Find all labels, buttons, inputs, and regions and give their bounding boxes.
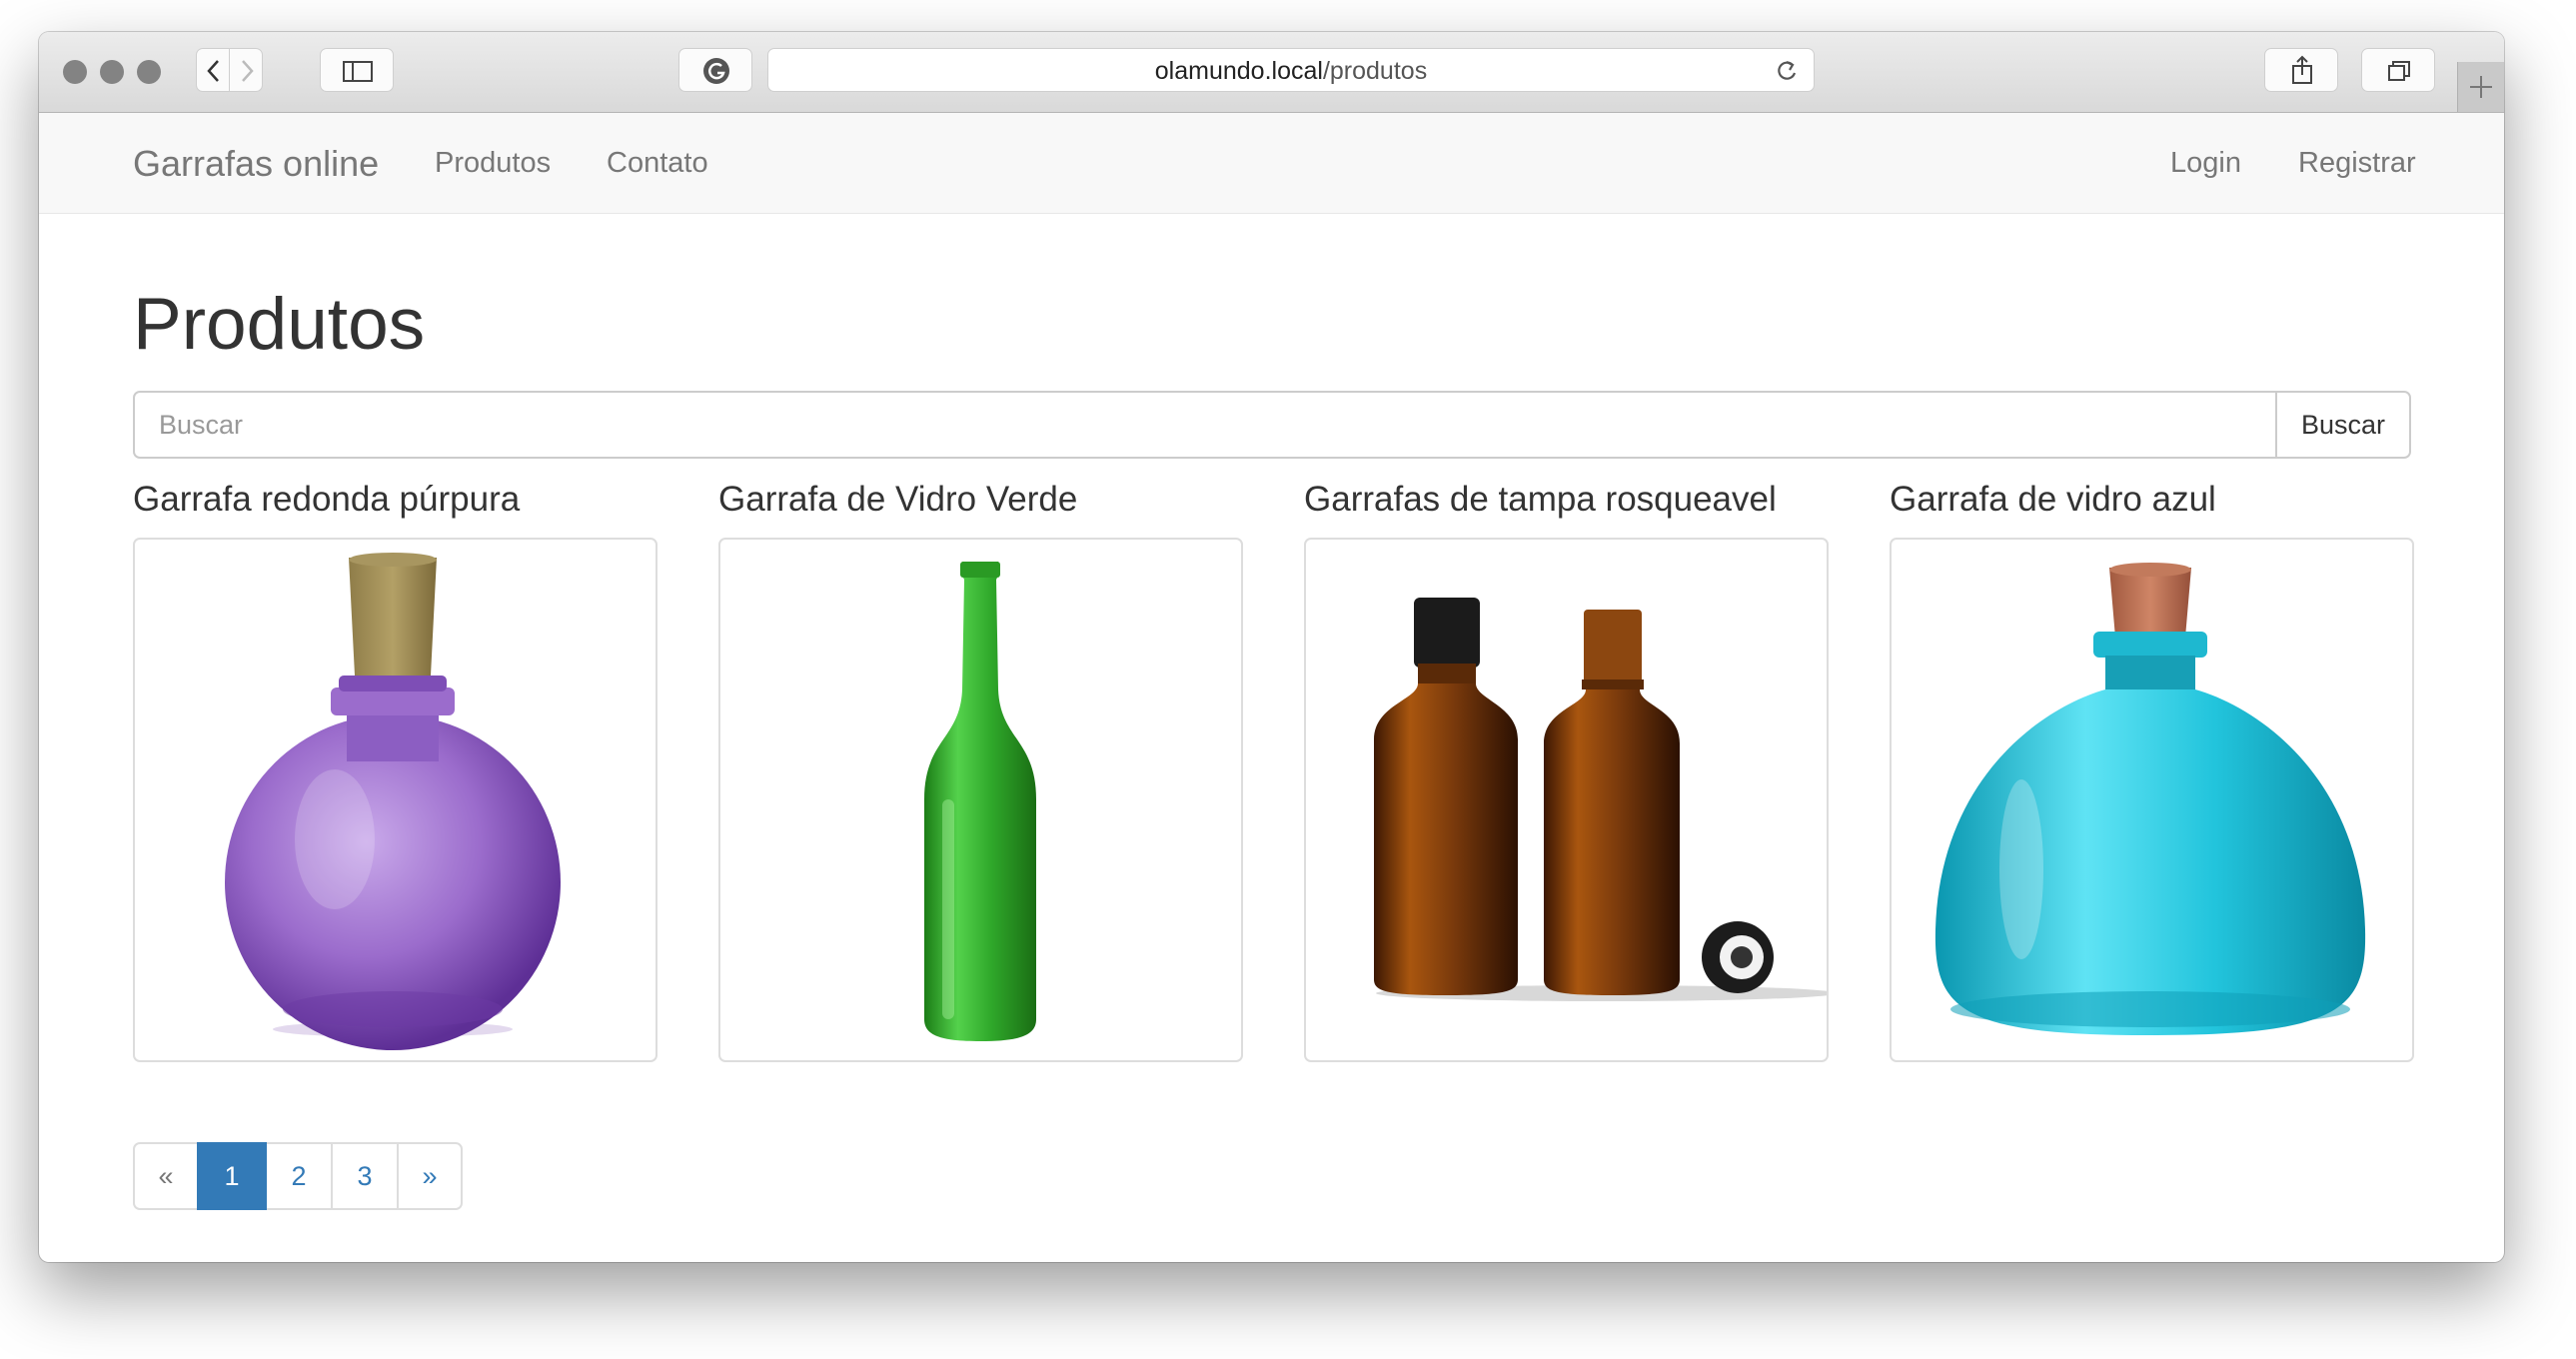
product-thumbnail[interactable] — [718, 538, 1243, 1062]
search-input[interactable] — [135, 393, 2275, 457]
turquoise-glass-bottle-image — [1934, 563, 2366, 1035]
pagination-prev[interactable]: « — [133, 1142, 199, 1210]
green-wine-bottle-image — [924, 562, 1036, 1041]
pagination-page-2[interactable]: 2 — [265, 1142, 333, 1210]
pagination-page-1[interactable]: 1 — [197, 1142, 267, 1210]
grammarly-extension-button[interactable] — [678, 48, 752, 92]
plus-icon — [2470, 76, 2492, 98]
product-title[interactable]: Garrafas de tampa rosqueavel — [1304, 480, 1777, 520]
reload-icon[interactable] — [1772, 49, 1802, 93]
nav-contato-link[interactable]: Contato — [607, 147, 708, 180]
tabs-overview-button[interactable] — [2361, 48, 2435, 92]
browser-window: olamundo.local/produtos Garrafas online … — [39, 32, 2504, 1262]
pagination-page-3[interactable]: 3 — [331, 1142, 399, 1210]
sidebar-icon — [343, 61, 373, 82]
product-title[interactable]: Garrafa redonda púrpura — [133, 480, 520, 520]
back-button[interactable] — [196, 48, 230, 92]
search-button[interactable]: Buscar — [2275, 391, 2411, 459]
chevron-right-icon — [242, 60, 254, 82]
amber-screwcap-bottles-image — [1374, 598, 1827, 1001]
pagination-next[interactable]: » — [397, 1142, 463, 1210]
nav-login-link[interactable]: Login — [2170, 147, 2241, 180]
close-window-button[interactable] — [63, 60, 87, 84]
product-title[interactable]: Garrafa de Vidro Verde — [718, 480, 1077, 520]
site-navbar: Garrafas online Produtos Contato Login R… — [39, 113, 2504, 214]
product-title[interactable]: Garrafa de vidro azul — [1890, 480, 2216, 520]
url-path: /produtos — [1322, 57, 1428, 85]
chevron-left-icon — [207, 60, 219, 82]
sidebar-toggle-button[interactable] — [320, 48, 394, 92]
tabs-icon — [2388, 61, 2410, 81]
search-input-group — [133, 391, 2277, 459]
brand-link[interactable]: Garrafas online — [133, 143, 379, 185]
page-title: Produtos — [133, 284, 426, 365]
grammarly-icon — [703, 58, 729, 84]
browser-toolbar: olamundo.local/produtos — [39, 32, 2504, 113]
forward-button[interactable] — [229, 48, 263, 92]
url-host: olamundo.local — [1154, 57, 1323, 85]
product-thumbnail[interactable] — [1890, 538, 2414, 1062]
share-button[interactable] — [2264, 48, 2338, 92]
new-tab-button[interactable] — [2457, 62, 2504, 112]
address-bar[interactable]: olamundo.local/produtos — [767, 48, 1815, 92]
pagination: « 1 2 3 » — [133, 1142, 463, 1210]
nav-registrar-link[interactable]: Registrar — [2298, 147, 2416, 180]
purple-round-bottle-image — [225, 553, 561, 1050]
zoom-window-button[interactable] — [137, 60, 161, 84]
share-icon — [2292, 55, 2312, 84]
minimize-window-button[interactable] — [100, 60, 124, 84]
product-thumbnail[interactable] — [133, 538, 657, 1062]
product-thumbnail[interactable] — [1304, 538, 1829, 1062]
nav-produtos-link[interactable]: Produtos — [435, 147, 551, 180]
url-text: olamundo.local/produtos — [768, 49, 1814, 93]
